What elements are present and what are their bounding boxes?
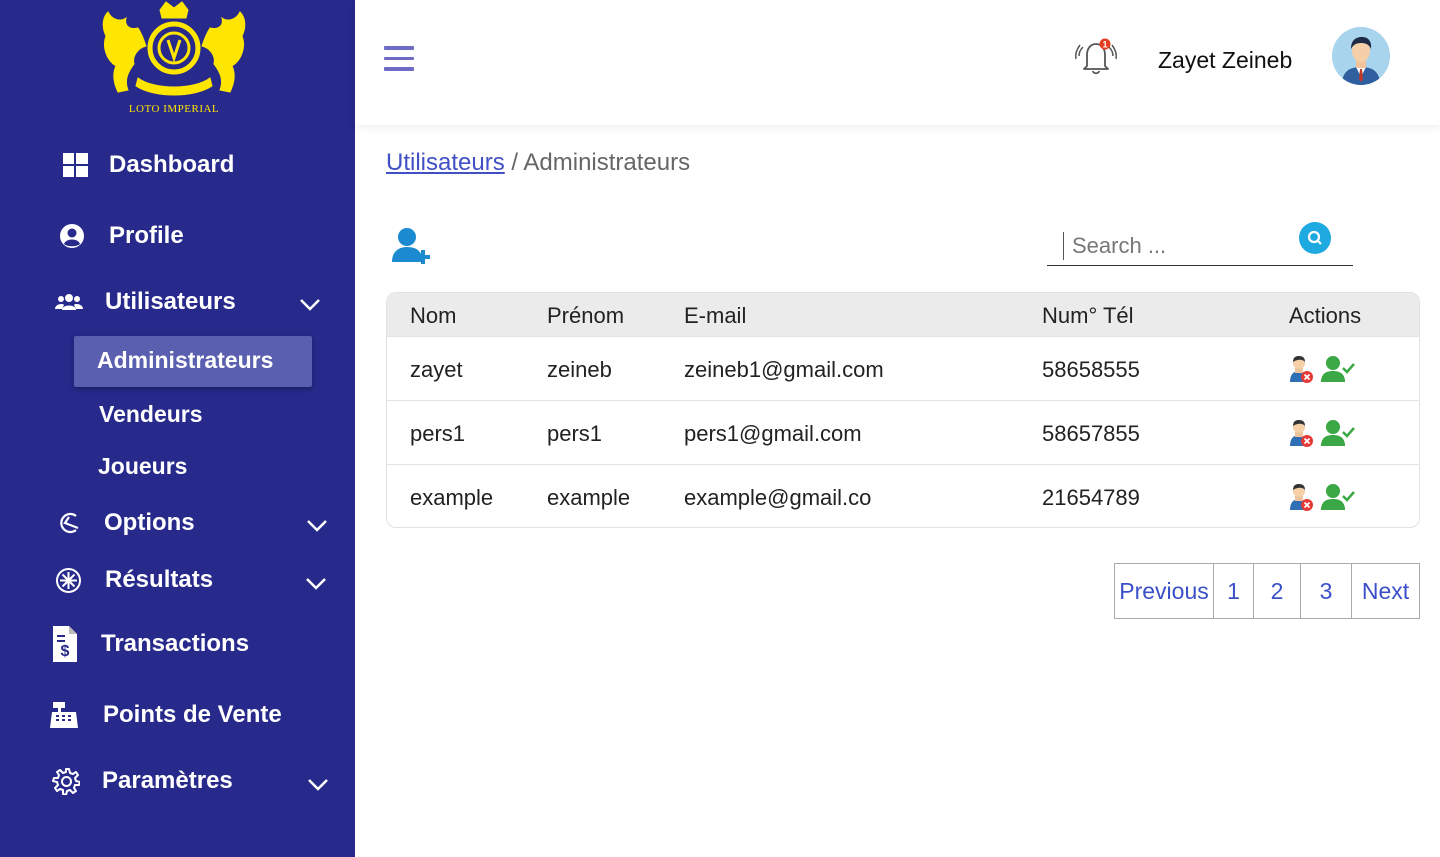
svg-text:$: $ — [61, 643, 70, 660]
column-header-actions: Actions — [1289, 303, 1362, 328]
sidebar-item-label: Résultats — [105, 566, 214, 593]
sidebar-item-label: Paramètres — [102, 767, 233, 794]
sidebar-item-parametres[interactable]: Paramètres — [52, 767, 233, 795]
cell-prenom: example — [547, 485, 631, 510]
breadcrumb: Utilisateurs / Administrateurs — [386, 149, 690, 177]
pagination-page-1[interactable]: 1 — [1214, 564, 1254, 618]
breadcrumb-current: Administrateurs — [523, 149, 691, 176]
cell-email: zeineb1@gmail.com — [684, 357, 884, 382]
avatar-person-icon — [1332, 27, 1390, 85]
cell-prenom: pers1 — [547, 421, 603, 446]
chevron-down-icon[interactable] — [306, 519, 328, 533]
user-circle-icon — [58, 222, 86, 250]
user-name[interactable]: Zayet Zeineb — [1158, 47, 1292, 74]
user-check-icon — [1321, 356, 1355, 382]
chevron-down-icon[interactable] — [305, 577, 327, 591]
pagination-page-3[interactable]: 3 — [1301, 564, 1352, 618]
delete-user-button[interactable] — [1286, 354, 1316, 384]
brand-logo[interactable]: LOTO IMPERIAL — [98, 0, 250, 118]
logo-text: LOTO IMPERIAL — [128, 103, 220, 115]
results-icon — [55, 567, 82, 594]
chevron-down-icon[interactable] — [307, 778, 329, 792]
dashboard-icon — [62, 152, 88, 178]
sidebar-item-label: Profile — [109, 222, 184, 249]
sidebar-subitem-joueurs[interactable]: Joueurs — [98, 453, 187, 480]
sidebar-item-label: Dashboard — [109, 151, 235, 178]
user-remove-icon — [1290, 484, 1313, 511]
breadcrumb-separator: / — [504, 149, 524, 176]
column-header-email[interactable]: E-mail — [684, 303, 746, 329]
cell-email: example@gmail.co — [684, 485, 872, 510]
gear-icon — [52, 767, 80, 795]
sidebar-item-transactions[interactable]: $ Transactions — [53, 625, 249, 663]
column-header-prenom[interactable]: Prénom — [547, 303, 624, 329]
sidebar-item-label: Utilisateurs — [105, 288, 236, 315]
sidebar-item-resultats[interactable]: Résultats — [55, 566, 213, 594]
table-row: example example example@gmail.co 2165478… — [387, 464, 1419, 527]
table-row: zayet zeineb zeineb1@gmail.com 58658555 — [387, 336, 1419, 400]
sidebar-item-options[interactable]: Options — [57, 509, 195, 537]
user-remove-icon — [1290, 420, 1313, 447]
approve-user-button[interactable] — [1321, 482, 1355, 512]
cash-register-icon — [50, 701, 78, 729]
notification-count: 1 — [1102, 40, 1107, 50]
cell-telephone: 21654789 — [1042, 485, 1140, 510]
users-icon — [55, 291, 83, 313]
sidebar-item-utilisateurs[interactable]: Utilisateurs — [55, 288, 236, 316]
user-check-icon — [1321, 484, 1355, 510]
delete-user-button[interactable] — [1286, 482, 1316, 512]
delete-user-button[interactable] — [1286, 418, 1316, 448]
column-header-nom[interactable]: Nom — [410, 303, 456, 329]
sidebar-item-dashboard[interactable]: Dashboard — [62, 151, 234, 179]
chevron-down-icon[interactable] — [299, 298, 321, 312]
add-user-button[interactable] — [390, 226, 432, 270]
sidebar: LOTO IMPERIAL Dashboard Profile Utilisat… — [0, 0, 355, 857]
cell-nom: zayet — [410, 357, 463, 382]
pagination-page-2[interactable]: 2 — [1254, 564, 1301, 618]
avatar[interactable] — [1332, 27, 1390, 85]
search-button[interactable] — [1299, 222, 1331, 254]
notification-bell-icon[interactable]: 1 — [1073, 34, 1119, 78]
pagination: Previous 1 2 3 Next — [1114, 563, 1420, 619]
user-remove-icon — [1290, 356, 1313, 383]
sidebar-item-profile[interactable]: Profile — [58, 222, 184, 250]
search-icon — [1307, 230, 1322, 245]
sidebar-item-points-de-vente[interactable]: Points de Vente — [50, 701, 282, 729]
menu-toggle-icon[interactable] — [384, 46, 414, 72]
approve-user-button[interactable] — [1321, 418, 1355, 448]
user-check-icon — [1321, 420, 1355, 446]
add-user-icon — [392, 228, 430, 264]
table-row: pers1 pers1 pers1@gmail.com 58657855 — [387, 400, 1419, 464]
receipt-dollar-icon: $ — [53, 625, 77, 663]
admins-table: Nom Prénom E-mail Num° Tél Actions zayet… — [386, 292, 1420, 528]
cell-telephone: 58658555 — [1042, 357, 1140, 382]
table-header: Nom Prénom E-mail Num° Tél Actions — [387, 293, 1419, 337]
cell-email: pers1@gmail.com — [684, 421, 862, 446]
column-header-telephone[interactable]: Num° Tél — [1042, 303, 1134, 329]
cell-prenom: zeineb — [547, 357, 612, 382]
pagination-next-button[interactable]: Next — [1352, 564, 1419, 618]
sidebar-subitem-vendeurs[interactable]: Vendeurs — [99, 401, 203, 428]
sidebar-item-label: Transactions — [101, 630, 250, 657]
sidebar-subitem-administrateurs[interactable]: Administrateurs — [97, 347, 273, 374]
options-icon — [57, 511, 81, 535]
cell-telephone: 58657855 — [1042, 421, 1140, 446]
search-box — [1047, 222, 1353, 266]
cell-nom: example — [410, 485, 494, 510]
search-input[interactable] — [1063, 232, 1293, 260]
sidebar-item-label: Points de Vente — [103, 701, 282, 728]
cell-nom: pers1 — [410, 421, 466, 446]
sidebar-item-label: Options — [104, 509, 195, 536]
lion-crest-icon — [102, 1, 246, 96]
pagination-previous-button[interactable]: Previous — [1115, 564, 1214, 618]
approve-user-button[interactable] — [1321, 354, 1355, 384]
top-bar: 1 Zayet Zeineb — [355, 0, 1440, 125]
breadcrumb-link-utilisateurs[interactable]: Utilisateurs — [386, 149, 505, 176]
